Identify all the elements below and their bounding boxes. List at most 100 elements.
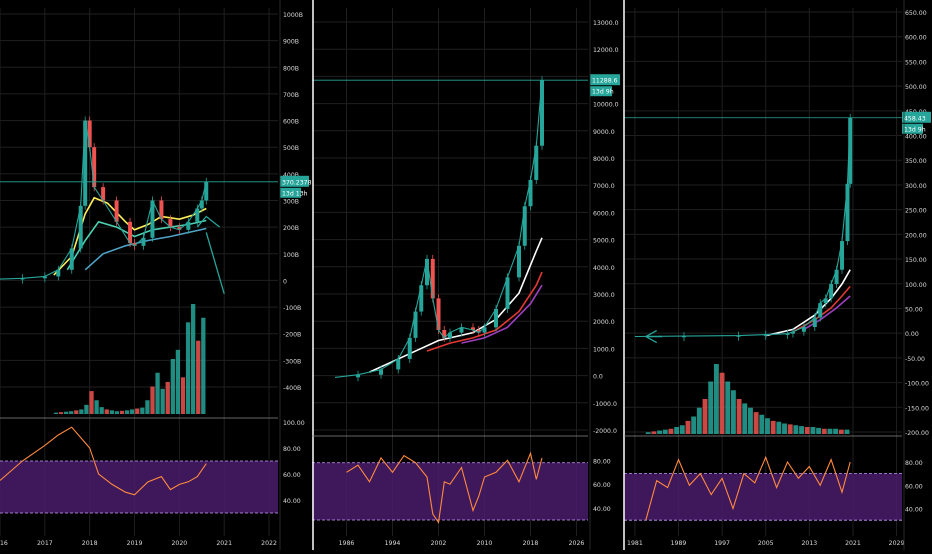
price-tick-label: 300.00 (905, 183, 927, 190)
candle-body (92, 147, 97, 188)
volume-bar (787, 424, 793, 434)
volume-bar (160, 388, 165, 414)
volume-bar (175, 349, 181, 414)
volume-bar (130, 409, 135, 414)
price-tick-label: -300B (283, 358, 301, 365)
volume-bar (170, 359, 175, 414)
volume-bar (145, 400, 150, 414)
volume-bar (79, 409, 84, 414)
volume-bar (645, 432, 651, 434)
volume-bar (844, 429, 850, 434)
volume-bar (804, 427, 810, 434)
price-tick-label: 300B (283, 199, 299, 206)
candle-body (430, 258, 435, 299)
x-tick-label: 2026 (569, 540, 585, 547)
volume-bar (833, 428, 839, 434)
price-tick-label: 200.00 (905, 232, 927, 239)
price-tick-label: 900B (283, 39, 299, 46)
price-tick-label: 1000B (283, 12, 303, 19)
price-tick-label: 6000.0 (593, 210, 615, 217)
candle-body (522, 206, 527, 246)
candle-body (534, 145, 539, 180)
volume-bar (99, 407, 104, 414)
volume-bar (736, 399, 742, 434)
price-label: 11288.6 (592, 78, 618, 85)
volume-bar (155, 372, 160, 414)
x-tick-label: 1981 (627, 540, 643, 547)
price-tick-label: 400.00 (905, 134, 927, 141)
rsi-tick-label: 40.00 (593, 506, 611, 513)
price-tick-label: 800B (283, 65, 299, 72)
price-tick-label: -1000.0 (593, 401, 617, 408)
candle-body (199, 200, 204, 209)
candle-body (845, 183, 850, 242)
volume-bar (685, 420, 691, 434)
price-tick-label: 500B (283, 145, 299, 152)
volume-bar (765, 418, 770, 434)
price-tick-label: 150.00 (905, 257, 927, 264)
price-tick-label: 12000.0 (593, 47, 619, 54)
chart-root: 1000B 900B 800B 700B 600B 500B 400B 300B 200B 100… (0, 0, 932, 550)
rsi-band (0, 461, 278, 513)
rsi-tick-label: 60.00 (593, 482, 611, 489)
volume-bar (109, 410, 114, 414)
x-tick-label: 2029 (889, 540, 905, 547)
volume-bar (191, 304, 196, 414)
volume-bar (657, 430, 663, 434)
volume-bar (838, 429, 844, 434)
rsi-tick-label: 60.00 (905, 483, 923, 490)
volume-bar (816, 427, 822, 434)
price-tick-label: 600B (283, 119, 299, 126)
price-tick-label: 13000.0 (593, 20, 619, 27)
volume-bar (759, 414, 765, 434)
price-tick-label: 7000.0 (593, 183, 615, 190)
volume-bar (691, 416, 697, 434)
volume-bar (748, 407, 753, 434)
volume-bar (776, 421, 782, 434)
timer-label: 13d 9h (592, 89, 614, 96)
volume-bar (702, 399, 708, 434)
volume-bar (84, 404, 89, 414)
candle-body (419, 285, 424, 312)
timer-label: 13d 9h (904, 126, 926, 133)
price-tick-label: 8000.0 (593, 156, 615, 163)
price-tick-label: 100B (283, 252, 299, 259)
price-tick-label: 200B (283, 225, 299, 232)
x-tick-label: 2013 (801, 540, 817, 547)
volume-bar (119, 410, 125, 414)
price-tick-label: -2000.0 (593, 428, 617, 435)
candle-body (396, 358, 401, 370)
price-tick-label: 4000.0 (593, 265, 615, 272)
price-tick-label: 3000.0 (593, 292, 615, 299)
price-tick-label: 500.00 (905, 84, 927, 91)
price-label: 458.43 (904, 115, 926, 122)
rsi-band (312, 462, 588, 521)
volume-bar (124, 410, 130, 414)
x-tick-label: 2018 (82, 540, 98, 547)
x-tick-label: 2018 (523, 540, 539, 547)
volume-bar (63, 411, 69, 414)
rsi-tick-label: 60.00 (283, 472, 301, 479)
price-tick-label: 650.00 (905, 10, 927, 17)
price-tick-label: 50.00 (905, 306, 923, 313)
price-tick-label: 5000.0 (593, 238, 615, 245)
rsi-tick-label: 80.00 (593, 458, 611, 465)
price-tick-label: 700B (283, 92, 299, 99)
x-tick-label: 2016 (0, 540, 8, 547)
price-tick-label: 1000.0 (593, 346, 615, 353)
volume-bar (114, 411, 120, 414)
rsi-tick-label: 40.00 (283, 498, 301, 505)
price-tick-label: -200.00 (905, 430, 929, 437)
volume-bar (753, 412, 759, 434)
rsi-tick-label: 80.00 (905, 460, 923, 467)
price-tick-label: -400B (283, 385, 301, 392)
price-tick-label: 0.00 (905, 331, 919, 338)
volume-bar (53, 412, 59, 414)
volume-bar (651, 431, 657, 434)
volume-bar (135, 408, 140, 414)
volume-bar (770, 420, 776, 434)
volume-bar (793, 425, 799, 434)
x-tick-label: 2020 (171, 540, 187, 547)
candle-body (83, 120, 88, 206)
volume-bar (140, 407, 145, 414)
